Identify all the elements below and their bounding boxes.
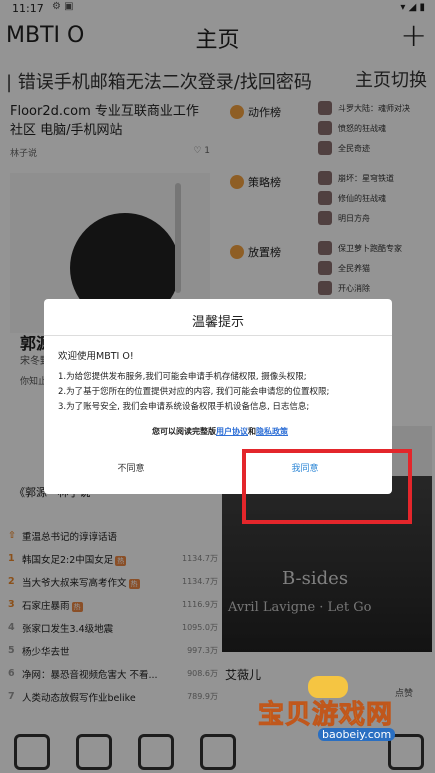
disagree-button[interactable]: 不同意 <box>44 461 218 474</box>
user-agreement-link[interactable]: 用户协议 <box>216 427 248 436</box>
watermark-text: 宝贝游戏网 <box>257 700 394 731</box>
dialog-divider <box>44 335 392 336</box>
privacy-policy-link[interactable]: 隐私政策 <box>256 427 288 436</box>
highlight-box <box>242 449 412 524</box>
dialog-welcome: 欢迎使用MBTI O! <box>58 351 134 362</box>
dialog-line: 2.为了基于您所在的位置提供对应的内容, 我们可能会申请您的位置权限; <box>58 387 330 397</box>
dialog-line: 1.为给您提供发布服务,我们可能会申请手机存储权限, 摄像头权限; <box>58 372 307 382</box>
watermark-url: baobeiy.com <box>318 728 396 741</box>
dialog-body: 欢迎使用MBTI O! 1.为给您提供发布服务,我们可能会申请手机存储权限, 摄… <box>58 349 382 439</box>
site-watermark: 宝贝游戏网 baobeiy.com <box>257 676 433 750</box>
dialog-line: 3.为了账号安全, 我们会申请系统设备权限手机设备信息, 日志信息; <box>58 402 310 412</box>
dialog-title: 温馨提示 <box>191 315 244 330</box>
dialog-notice: 您可以阅读完整版用户协议和隐私政策 <box>152 427 288 436</box>
